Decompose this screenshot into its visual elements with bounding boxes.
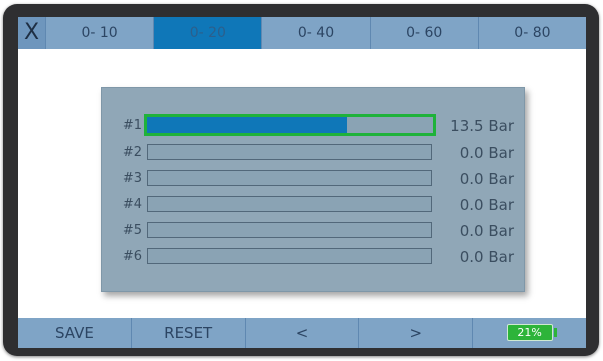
bottom-toolbar: SAVE RESET < > 21% — [18, 318, 586, 348]
screen: X 0- 10 0- 20 0- 40 0- 60 0- 80 #1 13.5 … — [18, 17, 586, 348]
battery-icon: 21% — [506, 323, 557, 341]
range-tab-bar: X 0- 10 0- 20 0- 40 0- 60 0- 80 — [18, 17, 586, 49]
next-button[interactable]: > — [359, 318, 474, 348]
range-tab-0-80[interactable]: 0- 80 — [479, 17, 586, 49]
channel-value: 0.0 Bar — [459, 248, 514, 266]
channel-bar-selected[interactable] — [144, 114, 436, 136]
channel-value: 13.5 Bar — [450, 117, 514, 135]
device-frame: X 0- 10 0- 20 0- 40 0- 60 0- 80 #1 13.5 … — [3, 4, 599, 356]
channel-bar[interactable] — [147, 248, 432, 264]
channel-bar[interactable] — [147, 196, 432, 212]
chevron-left-icon: < — [295, 324, 309, 342]
prev-button[interactable]: < — [246, 318, 360, 348]
battery-status: 21% — [473, 318, 586, 348]
channel-label: #2 — [122, 145, 142, 160]
channel-row-4[interactable]: #4 0.0 Bar — [102, 193, 524, 217]
range-tab-0-10[interactable]: 0- 10 — [46, 17, 155, 49]
battery-level-text: 21% — [517, 325, 542, 339]
channel-row-1[interactable]: #1 13.5 Bar — [102, 114, 524, 138]
range-tab-0-60[interactable]: 0- 60 — [371, 17, 479, 49]
range-tab-0-40[interactable]: 0- 40 — [262, 17, 371, 49]
range-tab-0-20[interactable]: 0- 20 — [154, 17, 263, 49]
battery-tip — [553, 327, 557, 337]
channel-row-2[interactable]: #2 0.0 Bar — [102, 141, 524, 165]
channel-panel: #1 13.5 Bar #2 0.0 Bar #3 0.0 Bar #4 0.0… — [101, 87, 525, 292]
channel-bar[interactable] — [147, 170, 432, 186]
channel-bar[interactable] — [147, 144, 432, 160]
channel-label: #1 — [122, 118, 142, 133]
channel-value: 0.0 Bar — [459, 222, 514, 240]
channel-bar[interactable] — [147, 222, 432, 238]
channel-value: 0.0 Bar — [459, 196, 514, 214]
channel-row-3[interactable]: #3 0.0 Bar — [102, 167, 524, 191]
channel-label: #3 — [122, 171, 142, 186]
channel-value: 0.0 Bar — [459, 144, 514, 162]
channel-label: #6 — [122, 249, 142, 264]
channel-row-6[interactable]: #6 0.0 Bar — [102, 245, 524, 269]
channel-value: 0.0 Bar — [459, 170, 514, 188]
close-icon: X — [23, 20, 40, 45]
channel-bar-fill — [147, 117, 348, 133]
channel-label: #4 — [122, 197, 142, 212]
channel-label: #5 — [122, 223, 142, 238]
close-button[interactable]: X — [18, 17, 46, 49]
save-button[interactable]: SAVE — [18, 318, 132, 348]
reset-button[interactable]: RESET — [132, 318, 246, 348]
chevron-right-icon: > — [409, 324, 423, 342]
channel-row-5[interactable]: #5 0.0 Bar — [102, 219, 524, 243]
